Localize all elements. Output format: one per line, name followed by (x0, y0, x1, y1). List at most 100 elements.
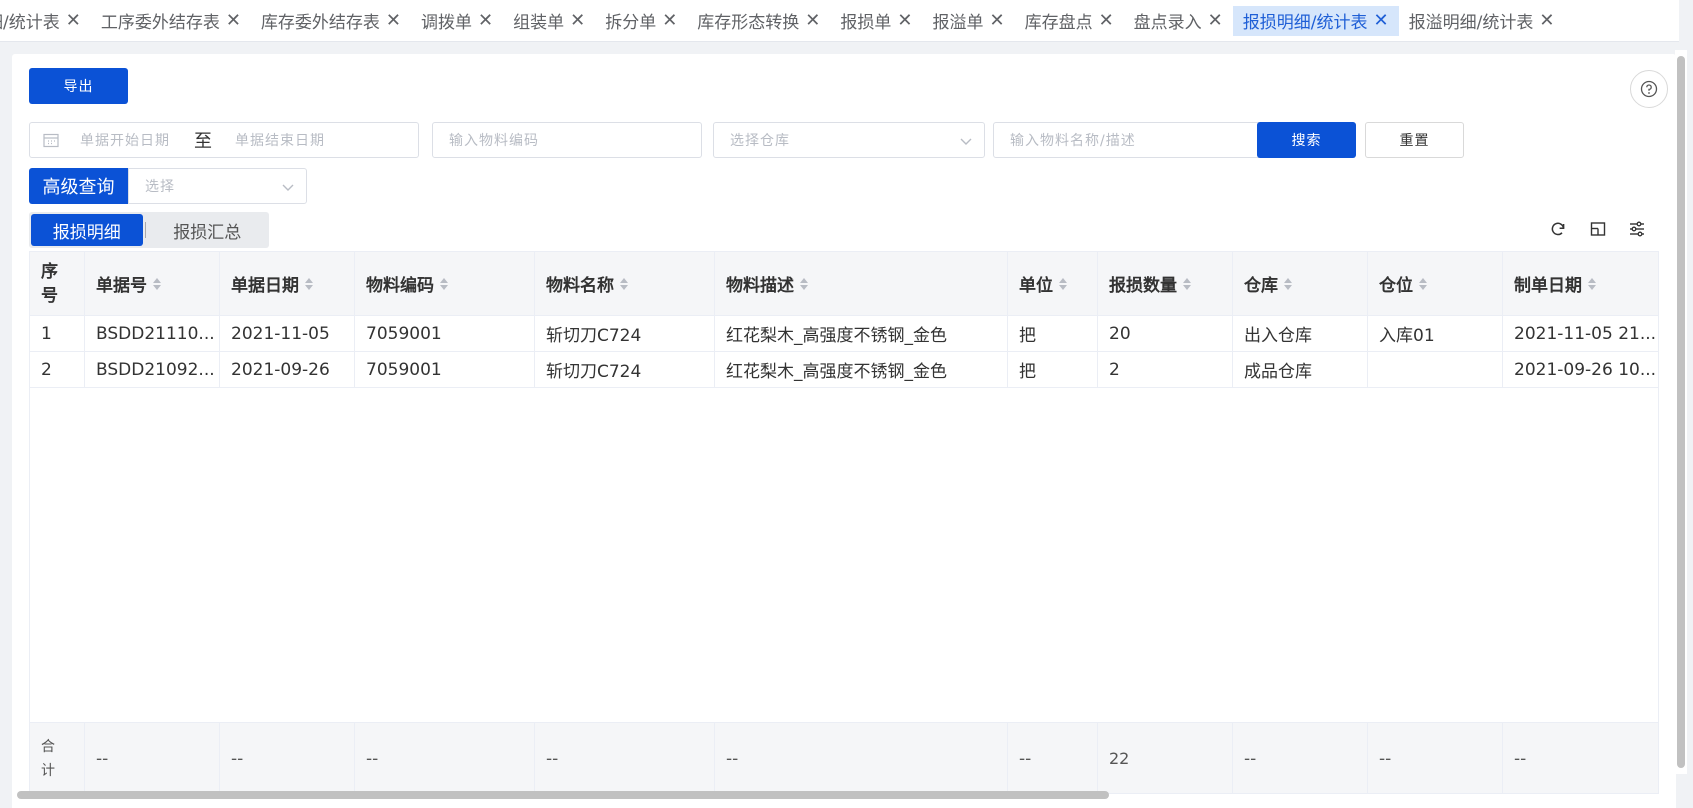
tab-label: 库存形态转换 (697, 13, 800, 33)
table-row[interactable]: 2 BSDD21092... 2021-09-26 7059001 斩切刀C72… (30, 352, 1658, 388)
export-button[interactable]: 导出 (29, 68, 128, 104)
cell-doc-no[interactable]: BSDD21092... (85, 352, 220, 387)
footer-cell: -- (220, 723, 355, 793)
header-label: 单据日期 (231, 276, 299, 296)
tab-item[interactable]: 组装单 ✕ (503, 6, 595, 36)
close-icon[interactable]: ✕ (226, 10, 241, 31)
tab-item[interactable]: 工序委外结存表 ✕ (91, 6, 251, 36)
table-row[interactable]: 1 BSDD21110... 2021-11-05 7059001 斩切刀C72… (30, 316, 1658, 352)
cell-loss-qty: 20 (1098, 316, 1233, 351)
search-button[interactable]: 搜索 (1257, 122, 1356, 158)
tab-item[interactable]: 细/统计表 ✕ (0, 6, 91, 36)
advanced-query-select[interactable]: 选择 (128, 168, 307, 204)
cell-material-desc: 红花梨木_高强度不锈钢_金色 (715, 316, 1008, 351)
refresh-button[interactable] (1547, 218, 1569, 240)
sort-icon[interactable] (800, 277, 808, 290)
sort-icon[interactable] (620, 277, 628, 290)
close-icon[interactable]: ✕ (1374, 10, 1389, 31)
tab-label: 报溢单 (932, 13, 984, 33)
tab-label: 库存盘点 (1024, 13, 1093, 33)
table-header: 序 号 单据号 单据日期 物料编码 物料名称 物料描述 单位 报损数量 仓库 仓… (30, 252, 1658, 316)
tab-item[interactable]: 报溢单 ✕ (922, 6, 1014, 36)
warehouse-select[interactable]: 选择仓库 (713, 122, 985, 158)
cell-unit: 把 (1008, 316, 1098, 351)
header-warehouse[interactable]: 仓库 (1233, 252, 1368, 315)
header-doc-date[interactable]: 单据日期 (220, 252, 355, 315)
close-icon[interactable]: ✕ (897, 10, 912, 31)
close-icon[interactable]: ✕ (805, 10, 820, 31)
sort-icon[interactable] (1284, 277, 1292, 290)
tab-label: 组装单 (513, 13, 565, 33)
tab-item[interactable]: 库存委外结存表 ✕ (251, 6, 411, 36)
footer-cell: -- (1503, 723, 1658, 793)
tab-item[interactable]: 拆分单 ✕ (595, 6, 687, 36)
column-settings-button[interactable] (1626, 218, 1648, 240)
tab-item-active[interactable]: 报损明细/统计表 ✕ (1232, 5, 1399, 36)
vertical-scrollbar[interactable] (1675, 50, 1687, 774)
tab-item[interactable]: 报损单 ✕ (830, 6, 922, 36)
footer-cell: -- (715, 723, 1008, 793)
header-created-date[interactable]: 制单日期 (1503, 252, 1658, 315)
close-icon[interactable]: ✕ (1539, 10, 1554, 31)
tab-item[interactable]: 库存盘点 ✕ (1015, 6, 1124, 36)
date-range-picker[interactable]: 单据开始日期 至 单据结束日期 (29, 122, 419, 158)
tab-item[interactable]: 报溢明细/统计表 ✕ (1399, 6, 1565, 36)
tab-item[interactable]: 盘点录入 ✕ (1124, 6, 1233, 36)
tab-item[interactable]: 库存形态转换 ✕ (687, 6, 830, 36)
density-button[interactable] (1587, 218, 1609, 240)
tab-summary[interactable]: 报损汇总 (148, 214, 267, 246)
close-icon[interactable]: ✕ (1208, 10, 1223, 31)
header-label: 物料编码 (366, 276, 434, 296)
content-panel: 导出 单据开始日期 至 单据结束日期 输入物料编码 选择仓库 输入物料名称/描述 (12, 54, 1676, 808)
sort-icon[interactable] (1419, 277, 1427, 290)
material-code-placeholder: 输入物料编码 (449, 133, 539, 149)
close-icon[interactable]: ✕ (1099, 10, 1114, 31)
horizontal-scrollbar-thumb[interactable] (17, 791, 1109, 799)
material-code-input[interactable]: 输入物料编码 (432, 122, 702, 158)
header-doc-no[interactable]: 单据号 (85, 252, 220, 315)
header-seq-line2: 号 (41, 285, 58, 306)
close-icon[interactable]: ✕ (386, 10, 401, 31)
cell-created-date: 2021-11-05 21... (1503, 316, 1658, 351)
table-footer-total: 合 计 -- -- -- -- -- -- 22 -- -- -- (30, 722, 1658, 793)
sort-icon[interactable] (1059, 277, 1067, 290)
header-material-code[interactable]: 物料编码 (355, 252, 535, 315)
header-label: 物料名称 (546, 276, 614, 296)
cell-doc-date: 2021-09-26 (220, 352, 355, 387)
header-material-desc[interactable]: 物料描述 (715, 252, 1008, 315)
sort-icon[interactable] (1183, 277, 1191, 290)
tab-detail[interactable]: 报损明细 (31, 214, 143, 246)
sort-icon[interactable] (440, 277, 448, 290)
calendar-icon (43, 133, 59, 148)
sort-icon[interactable] (305, 277, 313, 290)
header-loss-qty[interactable]: 报损数量 (1098, 252, 1233, 315)
date-start-placeholder[interactable]: 单据开始日期 (80, 130, 170, 150)
reset-button[interactable]: 重置 (1365, 122, 1464, 158)
header-label: 单位 (1019, 276, 1053, 296)
date-separator: 至 (194, 131, 213, 152)
footer-cell: -- (1233, 723, 1368, 793)
advanced-query-text: 高级查询 (42, 177, 115, 198)
header-material-name[interactable]: 物料名称 (535, 252, 715, 315)
close-icon[interactable]: ✕ (478, 10, 493, 31)
date-end-placeholder[interactable]: 单据结束日期 (235, 130, 325, 150)
cell-doc-no[interactable]: BSDD21110... (85, 316, 220, 351)
close-icon[interactable]: ✕ (570, 10, 585, 31)
warehouse-placeholder: 选择仓库 (730, 133, 790, 149)
header-location[interactable]: 仓位 (1368, 252, 1503, 315)
close-icon[interactable]: ✕ (66, 10, 81, 31)
material-name-input[interactable]: 输入物料名称/描述 (993, 122, 1261, 158)
close-icon[interactable]: ✕ (662, 10, 677, 31)
sort-icon[interactable] (1588, 277, 1596, 290)
tab-label: 库存委外结存表 (260, 13, 380, 33)
header-unit[interactable]: 单位 (1008, 252, 1098, 315)
tab-item[interactable]: 调拨单 ✕ (411, 6, 503, 36)
horizontal-scrollbar[interactable] (17, 791, 1647, 799)
close-icon[interactable]: ✕ (989, 10, 1004, 31)
advanced-query-label[interactable]: 高级查询 (29, 168, 128, 204)
vertical-scrollbar-thumb[interactable] (1677, 56, 1685, 768)
sort-icon[interactable] (153, 277, 161, 290)
export-button-label: 导出 (63, 79, 94, 95)
footer-label: 合 计 (30, 723, 85, 793)
help-button[interactable] (1630, 70, 1668, 108)
